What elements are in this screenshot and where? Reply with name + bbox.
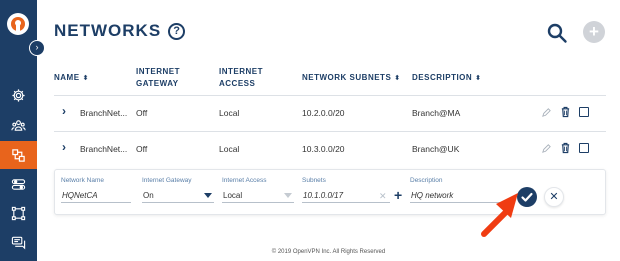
openvpn-logo-icon[interactable] (7, 13, 29, 35)
row-checkbox[interactable] (579, 143, 589, 153)
row-name: BranchNet... (80, 108, 128, 118)
add-subnet-icon[interactable]: + (394, 187, 402, 203)
expand-row-icon[interactable]: › (62, 140, 66, 154)
topology-icon[interactable] (0, 199, 37, 227)
row-subnets: 10.2.0.0/20 (302, 108, 345, 118)
row-checkbox[interactable] (579, 107, 589, 117)
page-title: NETWORKS (54, 21, 162, 40)
dropdown-arrow-icon (284, 193, 292, 198)
column-header-description[interactable]: DESCRIPTION ⬍ (412, 72, 482, 85)
cancel-button[interactable]: ✕ (544, 187, 564, 207)
row-gateway: Off (136, 144, 148, 154)
trash-icon[interactable] (560, 106, 571, 118)
add-network-button[interactable]: + (583, 21, 605, 43)
clear-subnet-icon[interactable]: ✕ (379, 191, 387, 202)
row-description: Branch@MA (412, 108, 461, 118)
network-name-label: Network Name (61, 177, 104, 184)
column-header-access: INTERNET ACCESS (219, 67, 263, 88)
expand-row-icon[interactable]: › (62, 104, 66, 118)
sort-icon: ⬍ (82, 75, 89, 82)
column-header-name[interactable]: NAME ⬍ (54, 72, 89, 85)
trash-icon[interactable] (560, 142, 571, 154)
edit-icon[interactable] (541, 107, 552, 118)
annotation-arrow-icon (481, 193, 518, 237)
settings-icon[interactable] (0, 81, 37, 109)
row-access: Local (219, 144, 240, 154)
internet-gateway-value: On (143, 191, 154, 200)
column-header-subnets[interactable]: NETWORK SUBNETS ⬍ (302, 72, 401, 85)
row-description: Branch@UK (412, 144, 460, 154)
row-gateway: Off (136, 108, 148, 118)
networks-icon[interactable] (0, 141, 37, 169)
internet-gateway-label: Internet Gateway (142, 177, 192, 184)
dropdown-arrow-icon (204, 193, 212, 198)
sort-icon: ⬍ (475, 75, 482, 82)
row-name: BranchNet... (80, 144, 128, 154)
row-access: Local (219, 108, 240, 118)
edit-icon[interactable] (541, 143, 552, 154)
collapse-sidebar-button[interactable]: › (29, 40, 45, 56)
subnets-label: Subnets (302, 177, 326, 184)
search-icon[interactable] (546, 22, 568, 44)
row-divider (54, 131, 606, 132)
help-icon[interactable]: ? (168, 22, 186, 40)
description-label: Description (410, 177, 443, 184)
internet-access-select[interactable]: Local (222, 189, 294, 203)
network-name-input[interactable] (61, 189, 131, 203)
subnets-input[interactable] (302, 189, 390, 203)
toggles-icon[interactable] (0, 170, 37, 198)
internet-access-label: Internet Access (222, 177, 267, 184)
row-subnets: 10.3.0.0/20 (302, 144, 345, 154)
footer-copyright: © 2019 OpenVPN Inc. All Rights Reserved (271, 249, 386, 255)
sidebar (0, 0, 37, 261)
header-divider (54, 95, 606, 96)
internet-access-value: Local (223, 191, 243, 200)
column-header-gateway: INTERNET GATEWAY (136, 67, 180, 88)
internet-gateway-select[interactable]: On (142, 189, 214, 203)
sort-icon: ⬍ (394, 75, 401, 82)
users-icon[interactable] (0, 111, 37, 139)
